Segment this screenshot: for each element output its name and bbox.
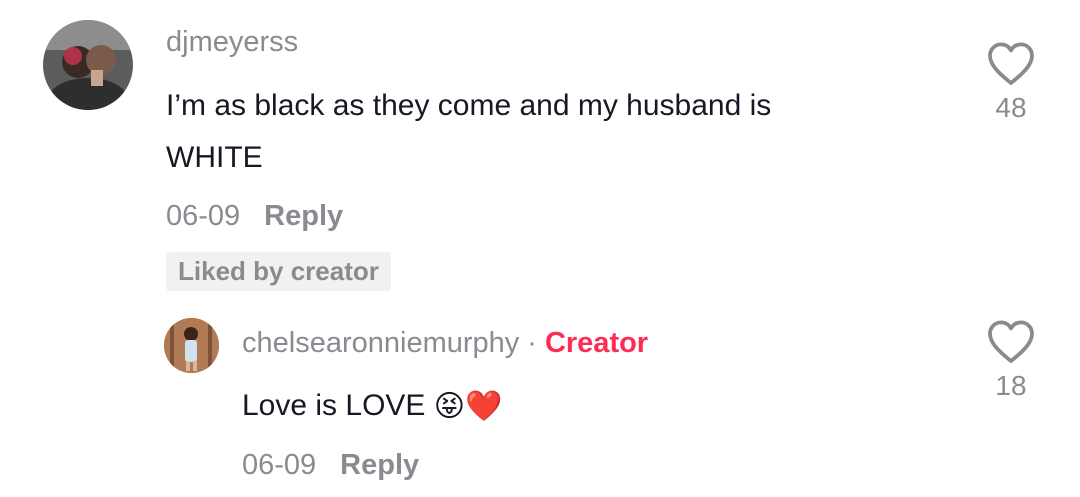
like-button[interactable]: 18: [981, 320, 1041, 402]
reply-button[interactable]: Reply: [264, 200, 343, 232]
comment-date: 06-09: [166, 200, 241, 232]
reply-date: 06-09: [242, 449, 317, 481]
reply-text-content: Love is LOVE: [242, 389, 426, 422]
separator-dot: ·: [527, 327, 537, 359]
squinting-tongue-emoji: 😝: [433, 390, 466, 424]
reply-text: Love is LOVE 😝❤️: [242, 380, 502, 433]
comment-text-line: I’m as black as they come and my husband…: [166, 89, 772, 122]
like-button[interactable]: 48: [981, 42, 1041, 124]
creator-label: Creator: [544, 327, 649, 359]
avatar[interactable]: [164, 318, 219, 373]
red-heart-emoji: ❤️: [465, 390, 503, 424]
avatar[interactable]: [43, 20, 133, 110]
comment-username[interactable]: djmeyerss: [166, 26, 298, 59]
liked-by-creator-badge: Liked by creator: [166, 252, 391, 291]
comment-text: I’m as black as they come and my husband…: [166, 80, 926, 184]
avatar-photo: [164, 318, 219, 373]
heart-outline-icon: [988, 42, 1034, 85]
reply-button[interactable]: Reply: [340, 449, 419, 481]
reply-header: chelsearonniemurphy · Creator: [242, 327, 648, 360]
reply-meta: 06-09 Reply: [242, 449, 419, 482]
like-count: 18: [995, 370, 1027, 401]
comment-text-line: WHITE: [166, 141, 263, 174]
reply-username[interactable]: chelsearonniemurphy: [242, 327, 519, 359]
avatar-photo: [43, 20, 133, 110]
comment-meta: 06-09 Reply: [166, 200, 343, 233]
heart-outline-icon: [988, 320, 1034, 363]
like-count: 48: [995, 92, 1027, 123]
